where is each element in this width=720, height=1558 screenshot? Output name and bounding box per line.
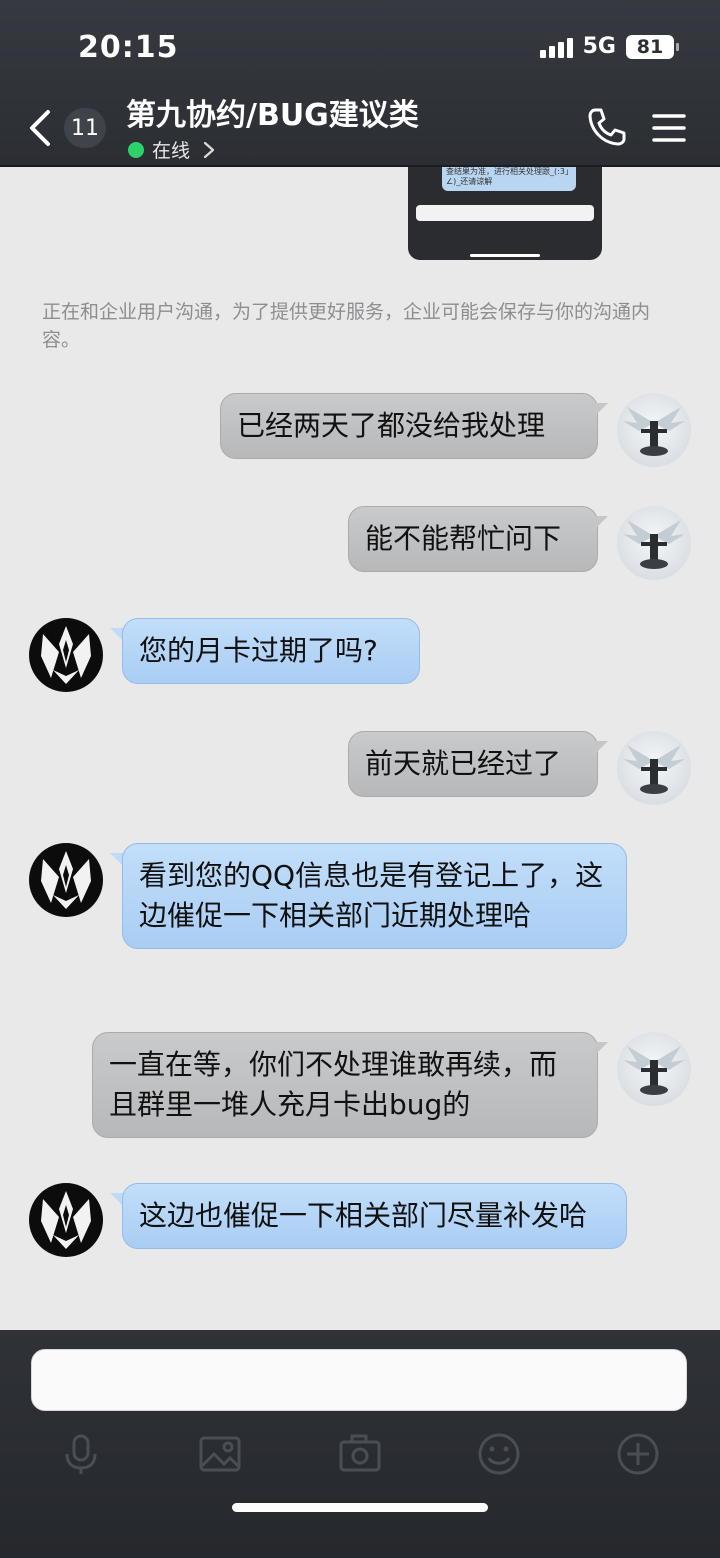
their-message-bubble[interactable]: 您的月卡过期了吗?: [122, 618, 420, 684]
message-row: 看到您的QQ信息也是有登记上了，这边催促一下相关部门近期处理哈: [0, 843, 720, 995]
message-row: 前天就已经过了: [0, 731, 720, 807]
chevron-right-icon: [203, 141, 215, 158]
microphone-icon[interactable]: [59, 1432, 103, 1476]
network-type: 5G: [582, 34, 616, 59]
status-time: 20:15: [78, 30, 179, 65]
angel-avatar-icon: [623, 520, 685, 569]
customer-service-avatar[interactable]: [29, 843, 103, 917]
online-status[interactable]: 在线: [128, 136, 216, 163]
angel-avatar-icon: [623, 407, 685, 456]
menu-icon[interactable]: [652, 113, 686, 143]
chat-header: 20:15 5G 81 11 第九协约/BUG建议类 在线: [0, 0, 720, 167]
their-message-bubble[interactable]: 看到您的QQ信息也是有登记上了，这边催促一下相关部门近期处理哈: [122, 843, 627, 949]
angel-avatar-icon: [623, 1046, 685, 1095]
online-status-label: 在线: [152, 140, 191, 162]
message-row: 已经两天了都没给我处理: [0, 393, 720, 469]
status-indicators: 5G 81: [539, 34, 679, 59]
back-arrow-icon[interactable]: [24, 106, 56, 150]
emblem-avatar-icon: [41, 1191, 91, 1249]
my-avatar[interactable]: [617, 506, 691, 580]
chat-title[interactable]: 第九协约/BUG建议类: [126, 90, 419, 134]
emoji-icon[interactable]: [477, 1432, 521, 1476]
message-row: 一直在等，你们不处理谁敢再续，而且群里一堆人充月卡出bug的: [0, 1032, 720, 1146]
emblem-avatar-icon: [41, 851, 91, 909]
chat-message-list[interactable]: 查结果为准，进行相关处理跟_(:3」∠)_还请谅解 正在和企业用户沟通，为了提供…: [0, 167, 720, 1330]
input-bar: [0, 1330, 720, 1558]
plus-icon[interactable]: [616, 1432, 660, 1476]
customer-service-avatar[interactable]: [29, 1183, 103, 1257]
my-message-bubble[interactable]: 已经两天了都没给我处理: [220, 393, 598, 459]
image-icon[interactable]: [198, 1432, 242, 1476]
customer-service-avatar[interactable]: [29, 618, 103, 692]
signal-icon: [539, 36, 573, 58]
message-row: 您的月卡过期了吗?: [0, 618, 720, 694]
home-indicator[interactable]: [232, 1503, 488, 1512]
message-input[interactable]: [31, 1349, 687, 1411]
my-avatar[interactable]: [617, 1032, 691, 1106]
my-message-bubble[interactable]: 前天就已经过了: [348, 731, 598, 797]
my-avatar[interactable]: [617, 393, 691, 467]
system-notice: 正在和企业用户沟通，为了提供更好服务，企业可能会保存与你的沟通内容。: [42, 301, 651, 351]
phone-call-icon[interactable]: [586, 106, 626, 148]
camera-icon[interactable]: [338, 1432, 382, 1476]
shared-image-caption: 查结果为准，进行相关处理跟_(:3」∠)_还请谅解: [446, 167, 573, 186]
battery-icon: 81: [626, 34, 679, 59]
message-row: 这边也催促一下相关部门尽量补发哈: [0, 1183, 720, 1297]
message-row: 能不能帮忙问下: [0, 506, 720, 582]
emblem-avatar-icon: [41, 626, 91, 684]
battery-level: 81: [636, 35, 664, 58]
shared-screenshot-image[interactable]: 查结果为准，进行相关处理跟_(:3」∠)_还请谅解: [408, 167, 602, 260]
my-message-bubble[interactable]: 一直在等，你们不处理谁敢再续，而且群里一堆人充月卡出bug的: [92, 1032, 598, 1138]
my-message-bubble[interactable]: 能不能帮忙问下: [348, 506, 598, 572]
angel-avatar-icon: [623, 745, 685, 794]
unread-count-badge[interactable]: 11: [64, 108, 106, 148]
online-dot-icon: [128, 141, 144, 158]
my-avatar[interactable]: [617, 731, 691, 805]
their-message-bubble[interactable]: 这边也催促一下相关部门尽量补发哈: [122, 1183, 627, 1249]
